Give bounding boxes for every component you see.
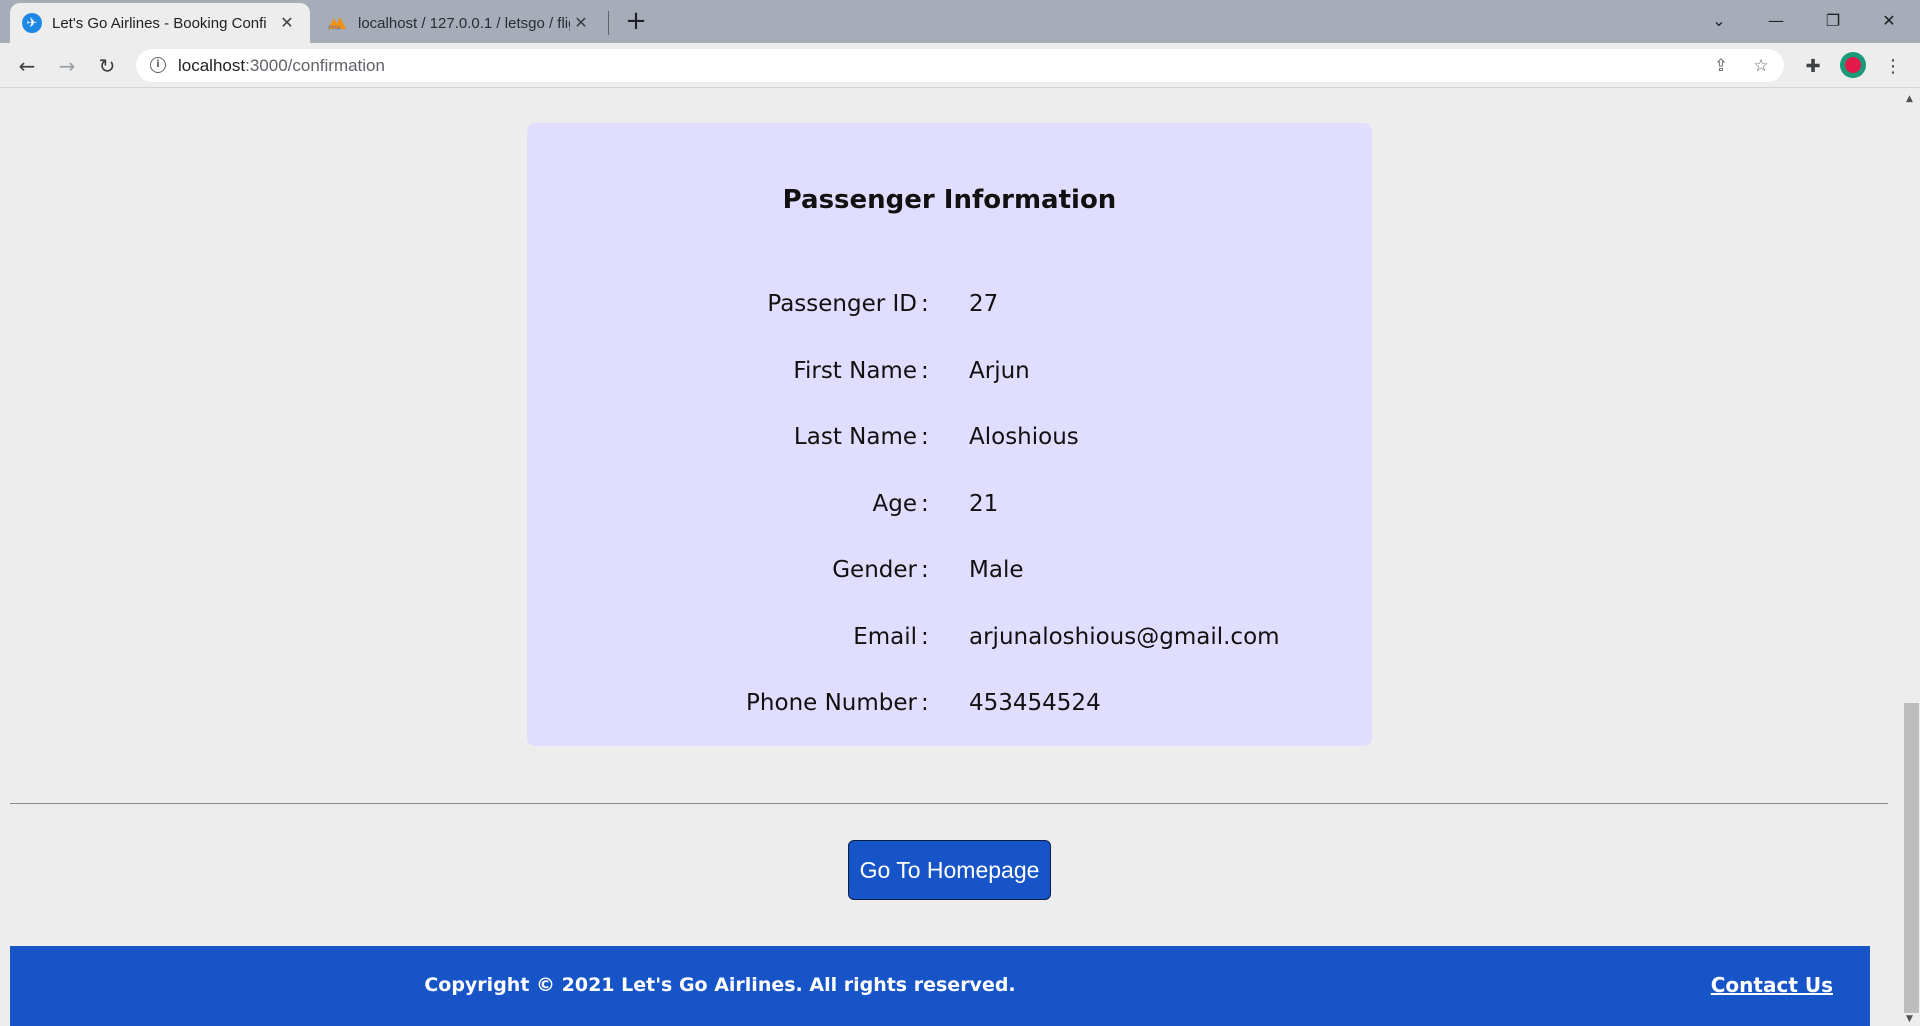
phpmyadmin-icon: PMA [326, 15, 348, 32]
colon: : [921, 291, 929, 317]
back-arrow-icon[interactable]: ← [12, 51, 42, 81]
field-label: Gender [832, 557, 917, 583]
minimize-icon[interactable]: — [1753, 0, 1799, 40]
site-info-icon[interactable]: i [150, 57, 166, 73]
url-text[interactable]: localhost:3000/confirmation [178, 56, 385, 76]
row-gender: Gender : Male [527, 557, 1372, 591]
browser-tab-strip: ✈ Let's Go Airlines - Booking Confi ✕ PM… [0, 0, 1920, 43]
more-menu-icon[interactable]: ⋮ [1879, 52, 1907, 80]
forward-arrow-icon[interactable]: → [52, 51, 82, 81]
share-icon[interactable]: ⇪ [1710, 55, 1732, 77]
reload-icon[interactable]: ↻ [92, 51, 122, 81]
row-age: Age : 21 [527, 491, 1372, 525]
tab-booking-confirmation[interactable]: ✈ Let's Go Airlines - Booking Confi ✕ [10, 3, 310, 43]
field-value: arjunaloshious@gmail.com [969, 624, 1280, 650]
card-title: Passenger Information [782, 185, 1117, 215]
row-last-name: Last Name : Aloshious [527, 424, 1372, 458]
row-passenger-id: Passenger ID : 27 [527, 291, 1372, 325]
field-label: Last Name [793, 424, 917, 450]
horizontal-divider [10, 803, 1888, 804]
window-close-icon[interactable]: ✕ [1866, 0, 1912, 40]
colon: : [921, 424, 929, 450]
colon: : [921, 491, 929, 517]
tab-title: Let's Go Airlines - Booking Confi [52, 14, 267, 32]
field-value: 453454524 [969, 690, 1101, 716]
row-email: Email : arjunaloshious@gmail.com [527, 624, 1372, 658]
field-label: Age [872, 491, 917, 517]
contact-us-link[interactable]: Contact Us [1711, 973, 1833, 997]
field-value: 21 [969, 491, 999, 517]
scroll-down-arrow-icon[interactable]: ▼ [1906, 1014, 1913, 1024]
restore-icon[interactable]: ❐ [1810, 0, 1856, 40]
footer: Copyright © 2021 Let's Go Airlines. All … [10, 946, 1870, 1026]
field-label: Passenger ID [767, 291, 917, 317]
page-content: Passenger Information Passenger ID : 27 … [0, 88, 1903, 1026]
svg-text:PMA: PMA [328, 25, 342, 31]
new-tab-plus-icon[interactable]: + [622, 6, 650, 36]
row-phone-number: Phone Number : 453454524 [527, 690, 1372, 724]
tab-phpmyadmin[interactable]: PMA localhost / 127.0.0.1 / letsgo / fli… [314, 3, 604, 43]
field-label: First Name [793, 358, 917, 384]
colon: : [921, 624, 929, 650]
field-label: Phone Number [746, 690, 917, 716]
plane-icon: ✈ [22, 13, 42, 33]
colon: : [921, 358, 929, 384]
field-value: Male [969, 557, 1024, 583]
scrollbar-thumb[interactable] [1904, 703, 1919, 1013]
row-first-name: First Name : Arjun [527, 358, 1372, 392]
close-icon[interactable]: ✕ [276, 12, 298, 34]
tab-search-chevron-icon[interactable]: ⌄ [1696, 0, 1742, 40]
extensions-puzzle-icon[interactable]: ✚ [1799, 52, 1827, 80]
tab-title: localhost / 127.0.0.1 / letsgo / flig [358, 14, 570, 32]
address-bar[interactable]: i localhost:3000/confirmation ⇪ ☆ [136, 49, 1784, 82]
colon: : [921, 557, 929, 583]
passenger-info-card: Passenger Information Passenger ID : 27 … [527, 123, 1372, 746]
scroll-up-arrow-icon[interactable]: ▲ [1906, 94, 1913, 104]
field-value: 27 [969, 291, 999, 317]
copyright-text: Copyright © 2021 Let's Go Airlines. All … [424, 974, 1016, 996]
go-to-homepage-button[interactable]: Go To Homepage [848, 840, 1051, 900]
field-value: Arjun [969, 358, 1030, 384]
colon: : [921, 690, 929, 716]
tab-separator [608, 11, 609, 35]
field-value: Aloshious [969, 424, 1079, 450]
bookmark-star-icon[interactable]: ☆ [1750, 55, 1772, 77]
browser-toolbar: ← → ↻ i localhost:3000/confirmation ⇪ ☆ … [0, 43, 1920, 88]
profile-avatar[interactable] [1840, 52, 1866, 78]
field-label: Email [853, 624, 917, 650]
close-icon[interactable]: ✕ [570, 12, 592, 34]
